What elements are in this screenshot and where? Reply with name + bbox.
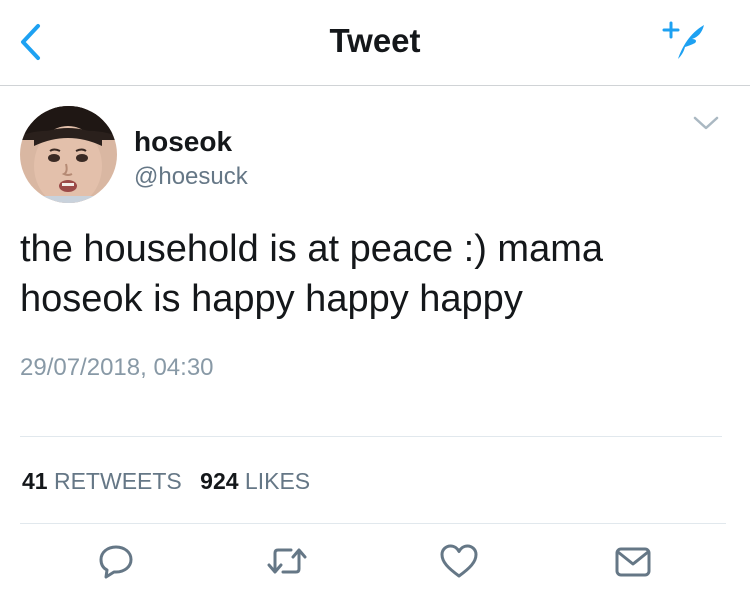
page-title: Tweet: [329, 22, 421, 59]
divider: [20, 436, 722, 437]
chevron-down-icon: [693, 116, 719, 130]
tweet-timestamp: 29/07/2018, 04:30: [20, 354, 214, 381]
retweets-label: RETWEETS: [53, 468, 182, 494]
reply-icon: [99, 545, 133, 579]
heart-icon: [440, 544, 478, 578]
retweets-stat[interactable]: 41 RETWEETS: [22, 468, 200, 494]
retweet-button[interactable]: [262, 536, 312, 586]
share-button[interactable]: [608, 536, 658, 586]
tweet-detail: hoseok @hoesuck the household is at peac…: [0, 86, 750, 610]
tweet-text: the household is at peace :) mama hoseok…: [20, 228, 604, 320]
more-options-button[interactable]: [688, 108, 724, 138]
tweet-actions: [0, 536, 750, 596]
share-mail-icon: [615, 547, 651, 577]
retweets-count: 41: [22, 468, 48, 494]
like-button[interactable]: [434, 536, 484, 586]
compose-feather-icon: [662, 21, 704, 59]
author-handle[interactable]: @hoesuck: [134, 163, 248, 191]
retweet-icon: [267, 548, 307, 574]
author-display-name[interactable]: hoseok: [134, 126, 232, 158]
reply-button[interactable]: [91, 536, 141, 586]
avatar[interactable]: [20, 106, 117, 203]
top-navigation-bar: Tweet: [0, 0, 750, 86]
divider: [20, 523, 726, 524]
likes-count: 924: [200, 468, 239, 494]
likes-stat[interactable]: 924 LIKES: [200, 468, 322, 494]
likes-label: LIKES: [244, 468, 311, 494]
compose-tweet-button[interactable]: [660, 16, 710, 66]
tweet-stats: 41 RETWEETS 924 LIKES: [22, 468, 322, 495]
